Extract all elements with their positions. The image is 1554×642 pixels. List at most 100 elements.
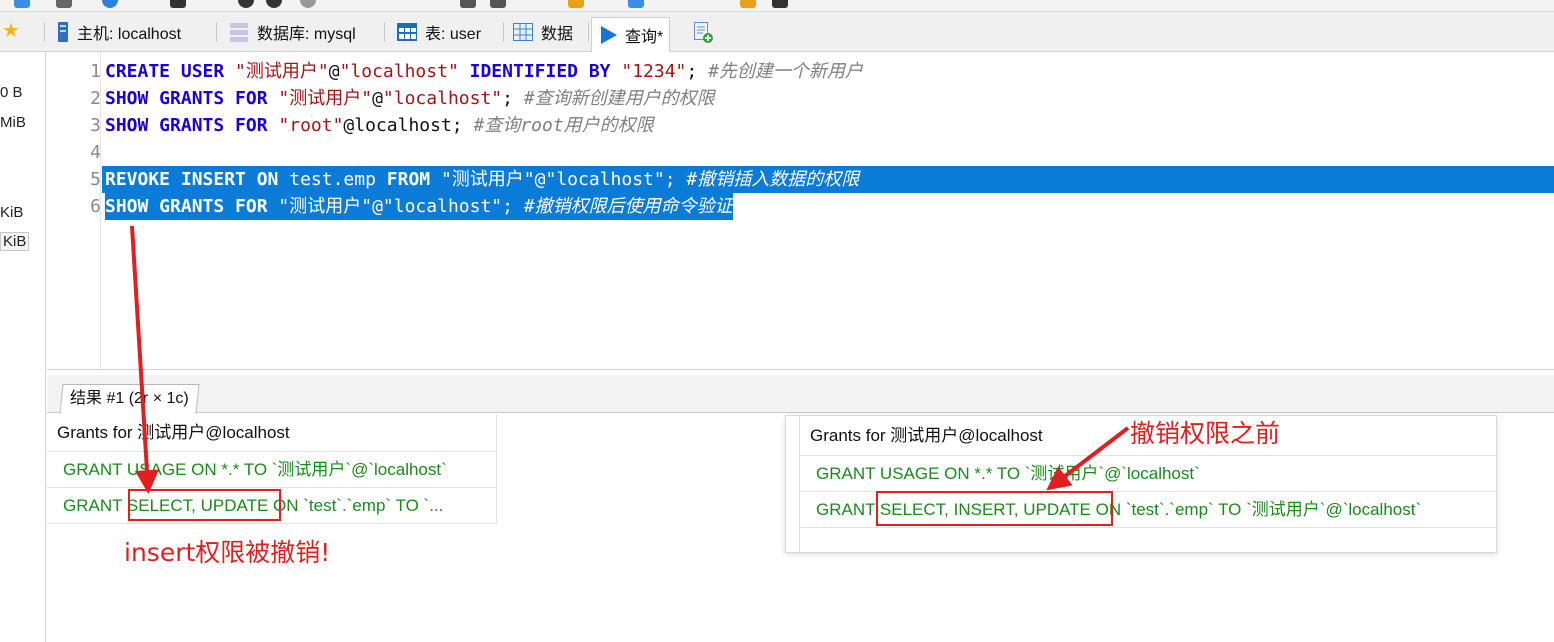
sql-punct: ;: [502, 196, 524, 217]
tab-table[interactable]: 表: user: [390, 17, 487, 47]
sql-punct: ;: [502, 88, 524, 109]
highlight-box-before: [876, 491, 1113, 526]
sql-string: "localhost": [545, 169, 665, 190]
sql-string: "测试用户": [278, 88, 373, 109]
sql-punct: ;: [664, 169, 687, 190]
sql-keyword: CREATE USER: [105, 61, 236, 82]
sql-comment: #查询新创建用户的权限: [523, 88, 715, 109]
sql-plain: @localhost: [343, 115, 452, 136]
tab-data[interactable]: 数据: [506, 17, 579, 47]
tab-bar: ★ 主机: localhost 数据库: mysql 表: user 数据 查询…: [0, 12, 1554, 52]
toolbar-icon[interactable]: [56, 0, 72, 8]
grid-icon: [513, 23, 533, 41]
new-query-icon: [694, 22, 713, 43]
sql-comment: #撤销权限后使用命令验证: [523, 196, 733, 217]
sql-string: "测试用户": [278, 196, 373, 217]
line-number: 1: [90, 61, 101, 82]
toolbar-icon[interactable]: [238, 0, 254, 8]
toolbar-icon[interactable]: [300, 0, 316, 8]
sql-operator: @: [328, 61, 340, 82]
line-number: 3: [90, 115, 101, 136]
sql-punct: ;: [451, 115, 474, 136]
tab-host-label: 主机: localhost: [77, 26, 182, 43]
toolbar-icon[interactable]: [772, 0, 788, 8]
code-line-2[interactable]: SHOW GRANTS FOR "测试用户"@"localhost"; #查询新…: [105, 85, 715, 112]
line-number: 6: [90, 196, 101, 217]
new-query-tab-button[interactable]: [686, 17, 720, 47]
column-header[interactable]: Grants for 测试用户@localhost: [47, 414, 497, 452]
size-value: 0 B: [0, 84, 23, 101]
tab-separator: [44, 22, 45, 42]
sql-string: "测试用户": [235, 61, 329, 82]
code-line-3[interactable]: SHOW GRANTS FOR "root"@localhost; #查询roo…: [105, 112, 654, 139]
table-row[interactable]: GRANT USAGE ON *.* TO `测试用户`@`localhost`: [47, 452, 497, 488]
sql-editor[interactable]: 1 2 3 4 5 6 CREATE USER "测试用户"@"localhos…: [47, 52, 1554, 370]
before-note: 撤销权限之前: [1130, 419, 1281, 448]
sql-string: "localhost": [339, 61, 459, 82]
code-line-1[interactable]: CREATE USER "测试用户"@"localhost" IDENTIFIE…: [105, 58, 863, 85]
sql-string: "测试用户": [440, 169, 535, 190]
tab-host[interactable]: 主机: localhost: [50, 17, 187, 47]
top-toolbar-fragment: [0, 0, 1554, 12]
sql-operator: @: [534, 169, 546, 190]
tab-separator: [588, 22, 589, 42]
sql-string: "localhost": [382, 88, 503, 109]
toolbar-icon[interactable]: [102, 0, 118, 8]
table-row: GRANT USAGE ON *.* TO `测试用户`@`localhost`: [800, 456, 1496, 492]
revoked-note: insert权限被撤销!: [124, 538, 331, 567]
line-number: 5: [90, 169, 101, 190]
tab-database[interactable]: 数据库: mysql: [222, 17, 362, 47]
code-line-6-selected[interactable]: SHOW GRANTS FOR "测试用户"@"localhost"; #撤销权…: [105, 193, 733, 220]
tab-table-label: 表: user: [425, 26, 482, 43]
tab-query[interactable]: 查询*: [591, 17, 671, 52]
left-panel-fragment: 0 B MiB KiB KiB: [0, 52, 46, 642]
sql-keyword: IDENTIFIED BY: [458, 61, 622, 82]
sql-string: "root": [278, 115, 344, 136]
play-icon: [601, 26, 617, 44]
tab-result-1-label: 结果 #1 (2r × 1c): [70, 390, 189, 407]
toolbar-icon[interactable]: [266, 0, 282, 8]
database-icon: [230, 23, 248, 42]
sql-keyword: SHOW GRANTS FOR: [105, 196, 279, 217]
favorite-star-icon[interactable]: ★: [2, 18, 20, 42]
sql-punct: ;: [686, 61, 709, 82]
sql-keyword: SHOW GRANTS FOR: [105, 115, 279, 136]
tab-data-label: 数据: [541, 26, 574, 43]
line-number: 4: [90, 142, 101, 163]
tab-separator: [384, 22, 385, 42]
line-number-gutter: 1 2 3 4 5 6: [47, 52, 101, 370]
sql-keyword: REVOKE INSERT ON: [105, 169, 290, 190]
line-number: 2: [90, 88, 101, 109]
sql-string: "1234": [621, 61, 687, 82]
toolbar-icon[interactable]: [568, 0, 584, 8]
sql-plain: test.emp: [289, 169, 387, 190]
toolbar-icon[interactable]: [490, 0, 506, 8]
sql-string: "localhost": [382, 196, 503, 217]
tab-separator: [216, 22, 217, 42]
size-value: KiB: [0, 204, 24, 221]
toolbar-icon[interactable]: [460, 0, 476, 8]
sql-comment: #先创建一个新用户: [708, 61, 863, 82]
sql-comment: #撤销插入数据的权限: [686, 169, 860, 190]
result-tabs: 结果 #1 (2r × 1c): [47, 375, 1554, 414]
code-line-5-selected[interactable]: REVOKE INSERT ON test.emp FROM "测试用户"@"l…: [102, 166, 1554, 193]
sql-keyword: SHOW GRANTS FOR: [105, 88, 279, 109]
tab-query-label: 查询*: [625, 29, 664, 46]
highlight-box-after: [128, 489, 281, 521]
sql-comment: #查询root用户的权限: [473, 115, 654, 136]
toolbar-icon[interactable]: [170, 0, 186, 8]
panel-gutter: [786, 416, 800, 552]
sql-operator: @: [372, 88, 383, 109]
size-value-selected[interactable]: KiB: [0, 232, 30, 251]
table-icon: [397, 23, 417, 41]
sql-operator: @: [372, 196, 383, 217]
sql-keyword: FROM: [386, 169, 441, 190]
tab-database-label: 数据库: mysql: [257, 26, 356, 43]
toolbar-icon[interactable]: [628, 0, 644, 8]
tab-result-1[interactable]: 结果 #1 (2r × 1c): [59, 384, 200, 414]
tab-separator: [503, 22, 504, 42]
toolbar-icon[interactable]: [740, 0, 756, 8]
server-icon: [58, 22, 68, 42]
toolbar-icon[interactable]: [14, 0, 30, 8]
size-value: MiB: [0, 114, 26, 131]
